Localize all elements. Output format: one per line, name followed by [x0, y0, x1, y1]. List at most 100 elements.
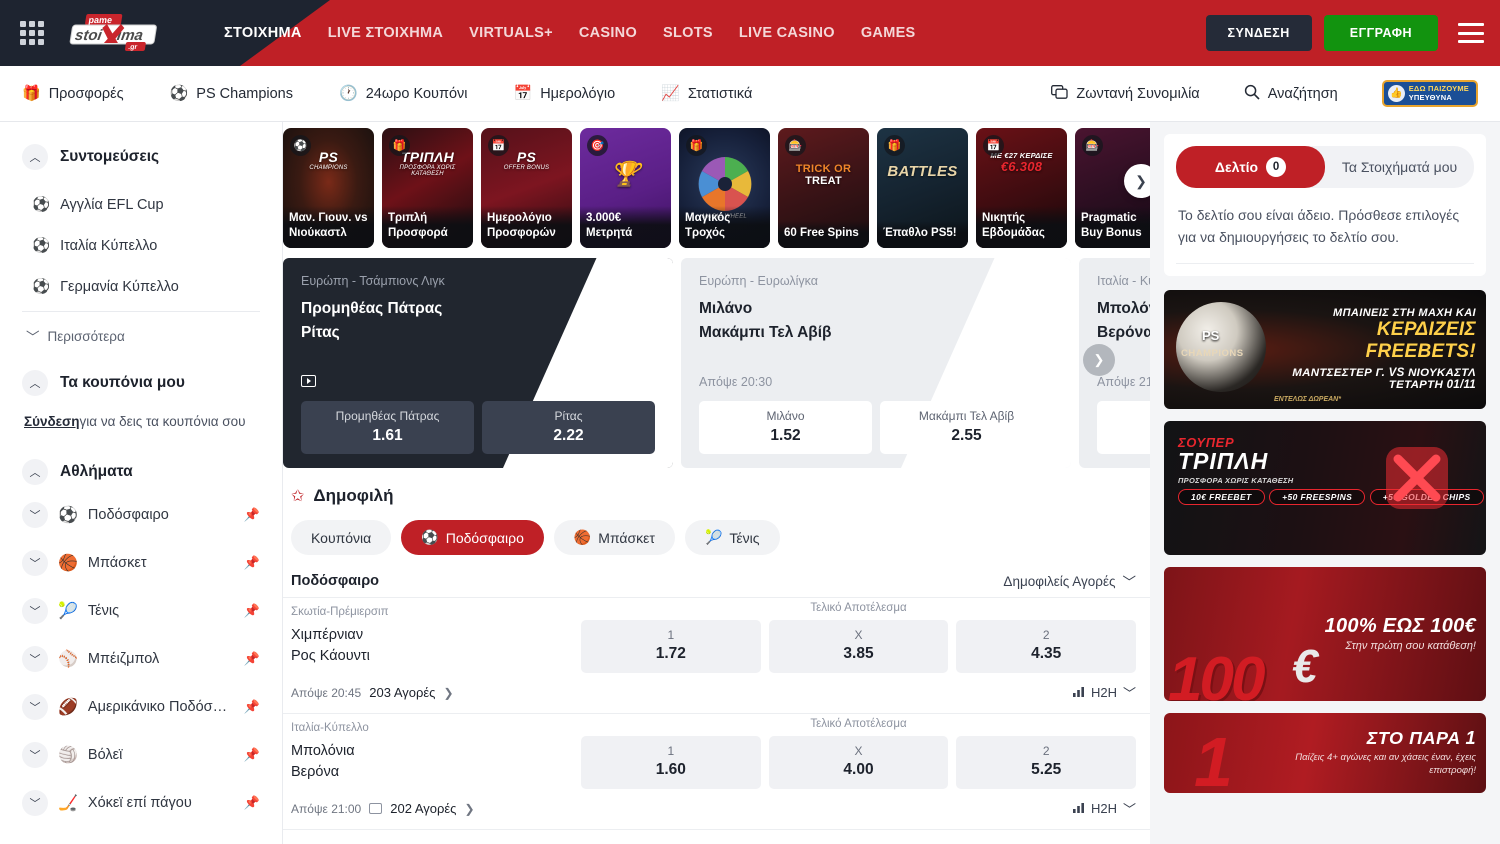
sidebar-item-basketball[interactable]: ﹀ 🏀 Μπάσκετ 📌 [22, 539, 260, 587]
odd-button[interactable]: Προμηθέας Πάτρας 1.61 [301, 401, 474, 454]
tab-basketball[interactable]: 🏀 Μπάσκετ [554, 520, 675, 555]
tab-coupons[interactable]: Κουπόνια [291, 520, 391, 555]
chevron-down-icon[interactable]: ﹀ [22, 694, 48, 720]
tab-tennis[interactable]: 🎾 Τένις [685, 520, 780, 555]
pin-icon[interactable]: 📌 [244, 699, 260, 715]
pin-icon[interactable]: 📌 [244, 795, 260, 811]
promo-card[interactable]: ⚽ PSCHAMPIONS Μαν. Γιουν. vs Νιούκαστλ [283, 128, 374, 248]
sports-section-header[interactable]: ︿ Αθλήματα [22, 459, 260, 485]
sidebar-item-germany-cup[interactable]: ⚽ Γερμανία Κύπελλο [22, 266, 260, 307]
promo-card[interactable]: 🎁 ΤΡΙΠΛΗΠΡΟΣΦΟΡΑ ΧΩΡΙΣ ΚΑΤΑΘΕΣΗ Τριπλή Π… [382, 128, 473, 248]
odd-button[interactable]: 1 1.60 [1097, 401, 1150, 454]
event-h2h-button[interactable]: H2H ﹀ [1073, 799, 1136, 818]
event-markets-count[interactable]: 203 Αγορές [369, 685, 435, 700]
event-odd-button-x[interactable]: X 3.85 [769, 620, 949, 673]
pin-icon[interactable]: 📌 [244, 603, 260, 619]
event-h2h-button[interactable]: H2H ﹀ [1073, 683, 1136, 702]
event-odd-button-1[interactable]: 1 1.60 [581, 736, 761, 789]
chevron-down-icon[interactable]: ﹀ [22, 790, 48, 816]
promo-carousel-next-button[interactable]: ❯ [1124, 164, 1150, 198]
pin-icon[interactable]: 📌 [244, 555, 260, 571]
tv-stream-icon[interactable] [369, 803, 382, 814]
banner-ps-champions[interactable]: PS CHAMPIONS ΜΠΑΙΝΕΙΣ ΣΤΗ ΜΑΧΗ ΚΑΙ ΚΕΡΔΙ… [1164, 290, 1486, 409]
live-chat-button[interactable]: Ζωντανή Συνομιλία [1051, 85, 1199, 103]
event-odd-button-x[interactable]: X 4.00 [769, 736, 949, 789]
sidebar-item-efl-cup[interactable]: ⚽ Αγγλία EFL Cup [22, 184, 260, 225]
shortcuts-section-header[interactable]: ︿ Συντομεύσεις [22, 144, 260, 170]
tab-my-bets[interactable]: Τα Στοιχήματά μου [1325, 146, 1474, 188]
subnav-item-statistics[interactable]: 📈 Στατιστικά [661, 86, 752, 102]
subnav-item-24h-coupon[interactable]: 🕐 24ωρο Κουπόνι [339, 86, 468, 102]
register-button[interactable]: ΕΓΓΡΑΦΗ [1324, 15, 1438, 51]
pin-icon[interactable]: 📌 [244, 747, 260, 763]
odd-value: 2.22 [553, 427, 583, 444]
odd-button[interactable]: Ρίτας 2.22 [482, 401, 655, 454]
apps-grid-icon[interactable] [20, 21, 44, 45]
chevron-right-icon[interactable]: ❯ [443, 686, 453, 700]
hamburger-menu-icon[interactable] [1458, 23, 1484, 43]
nav-link-virtuals[interactable]: VIRTUALS+ [469, 25, 553, 41]
tab-betslip[interactable]: Δελτίο 0 [1176, 146, 1325, 188]
event-info[interactable]: Σκωτία-Πρέμιερσιπ Χιμπέρνιαν Ρος Κάουντι [291, 602, 581, 667]
featured-match-card[interactable]: Ευρώπη - Ευρωλίγκα Μιλάνο Μακάμπι Τελ Αβ… [681, 258, 1071, 468]
sidebar-item-tennis[interactable]: ﹀ 🎾 Τένις 📌 [22, 587, 260, 635]
coupons-login-link[interactable]: Σύνδεση [24, 414, 80, 429]
chevron-down-icon[interactable]: ﹀ [22, 742, 48, 768]
search-button[interactable]: Αναζήτηση [1244, 84, 1338, 103]
chevron-down-icon[interactable]: ﹀ [22, 550, 48, 576]
odd-button[interactable]: Μακάμπι Τελ Αβίβ 2.55 [880, 401, 1053, 454]
event-odd-button-2[interactable]: 2 4.35 [956, 620, 1136, 673]
event-home-team: Χιμπέρνιαν [291, 625, 581, 646]
banner-super-tripli[interactable]: ΣΟΥΠΕΡ ΤΡΙΠΛΗ ΠΡΟΣΦΟΡΑ ΧΩΡΙΣ ΚΑΤΑΘΕΣΗ 10… [1164, 421, 1486, 555]
chevron-down-icon[interactable]: ﹀ [22, 646, 48, 672]
subnav-item-offers[interactable]: 🎁 Προσφορές [22, 86, 124, 102]
sidebar-item-italy-cup[interactable]: ⚽ Ιταλία Κύπελλο [22, 225, 260, 266]
markets-dropdown[interactable]: Δημοφιλείς Αγορές ﹀ [1003, 571, 1136, 591]
pin-icon[interactable]: 📌 [244, 651, 260, 667]
nav-link-stoixima[interactable]: ΣΤΟΙΧΗΜΑ [224, 25, 302, 41]
promo-card[interactable]: 🎁 BATTLES Έπαθλο PS5! [877, 128, 968, 248]
live-stream-icon[interactable] [301, 375, 316, 387]
odd-button[interactable]: Μιλάνο 1.52 [699, 401, 872, 454]
sidebar-label-germany-cup: Γερμανία Κύπελλο [60, 279, 179, 295]
featured-match-card[interactable]: Ευρώπη - Τσάμπιονς Λιγκ Προμηθέας Πάτρας… [283, 258, 673, 468]
pin-icon[interactable]: 📌 [244, 507, 260, 523]
sidebar-item-volleyball[interactable]: ﹀ 🏐 Βόλεϊ 📌 [22, 731, 260, 779]
promo-card[interactable]: 🎰 TRICK ORTREAT 60 Free Spins [778, 128, 869, 248]
tab-football[interactable]: ⚽ Ποδόσφαιρο [401, 520, 544, 555]
chevron-down-icon[interactable]: ﹀ [22, 598, 48, 624]
banner-deposit-bonus[interactable]: 100% ΕΩΣ 100€ Στην πρώτη σου κατάθεση! 1… [1164, 567, 1486, 701]
odd-value: 1.72 [656, 645, 686, 662]
banner-sto-para-1[interactable]: 1 ΣΤΟ ΠΑΡΑ 1 Παίζεις 4+ αγώνες και αν χά… [1164, 713, 1486, 793]
sidebar-item-baseball[interactable]: ﹀ ⚾ Μπέιζμπολ 📌 [22, 635, 260, 683]
sidebar-item-football[interactable]: ﹀ ⚽ Ποδόσφαιρο 📌 [22, 491, 260, 539]
promo-card[interactable]: 🎯 🏆 3.000€ Μετρητά [580, 128, 671, 248]
soccer-ball-icon: ⚽ [58, 505, 78, 525]
chevron-right-icon[interactable]: ❯ [464, 802, 474, 816]
nav-link-live-casino[interactable]: LIVE CASINO [739, 25, 835, 41]
event-home-team: Μπολόνια [291, 741, 581, 762]
shortcuts-more-button[interactable]: ﹀ Περισσότερα [22, 312, 260, 360]
sidebar-item-ice-hockey[interactable]: ﹀ 🏒 Χόκεϊ επί πάγου 📌 [22, 779, 260, 827]
subnav-item-ps-champions[interactable]: ⚽ PS Champions [170, 86, 293, 102]
nav-link-slots[interactable]: SLOTS [663, 25, 713, 41]
event-info[interactable]: Ιταλία-Κύπελλο Μπολόνια Βερόνα [291, 718, 581, 783]
site-logo[interactable]: pame stoi ima .gr [64, 10, 174, 56]
match-home-team: Μπολόνια [1097, 300, 1150, 318]
responsible-gaming-badge[interactable]: 👍 ΕΔΩ ΠΑΙΖΟΥΜΕ ΥΠΕΥΘΥΝΑ [1382, 80, 1478, 107]
promo-card[interactable]: 📅 PSOFFER BONUS Ημερολόγιο Προσφορών [481, 128, 572, 248]
matches-carousel-next-button[interactable]: ❯ [1083, 344, 1115, 376]
event-markets-count[interactable]: 202 Αγορές [390, 801, 456, 816]
sidebar-item-american-football[interactable]: ﹀ 🏈 Αμερικάνικο Ποδόσ… 📌 [22, 683, 260, 731]
event-odd-button-1[interactable]: 1 1.72 [581, 620, 761, 673]
subnav-item-calendar[interactable]: 📅 Ημερολόγιο [514, 86, 616, 102]
promo-card[interactable]: 📅 ΜΕ €27 ΚΕΡΔΙΣΕ€6.308 Νικητής Εβδομάδας [976, 128, 1067, 248]
nav-link-live[interactable]: LIVE ΣΤΟΙΧΗΜΑ [328, 25, 443, 41]
nav-link-casino[interactable]: CASINO [579, 25, 637, 41]
chevron-down-icon[interactable]: ﹀ [22, 502, 48, 528]
event-odd-button-2[interactable]: 2 5.25 [956, 736, 1136, 789]
promo-card[interactable]: 🎁 MAGIC WHEEL Μαγικός Τροχός [679, 128, 770, 248]
my-coupons-section-header[interactable]: ︿ Τα κουπόνια μου [22, 370, 260, 396]
login-button[interactable]: ΣΥΝΔΕΣΗ [1206, 15, 1312, 51]
nav-link-games[interactable]: GAMES [861, 25, 916, 41]
